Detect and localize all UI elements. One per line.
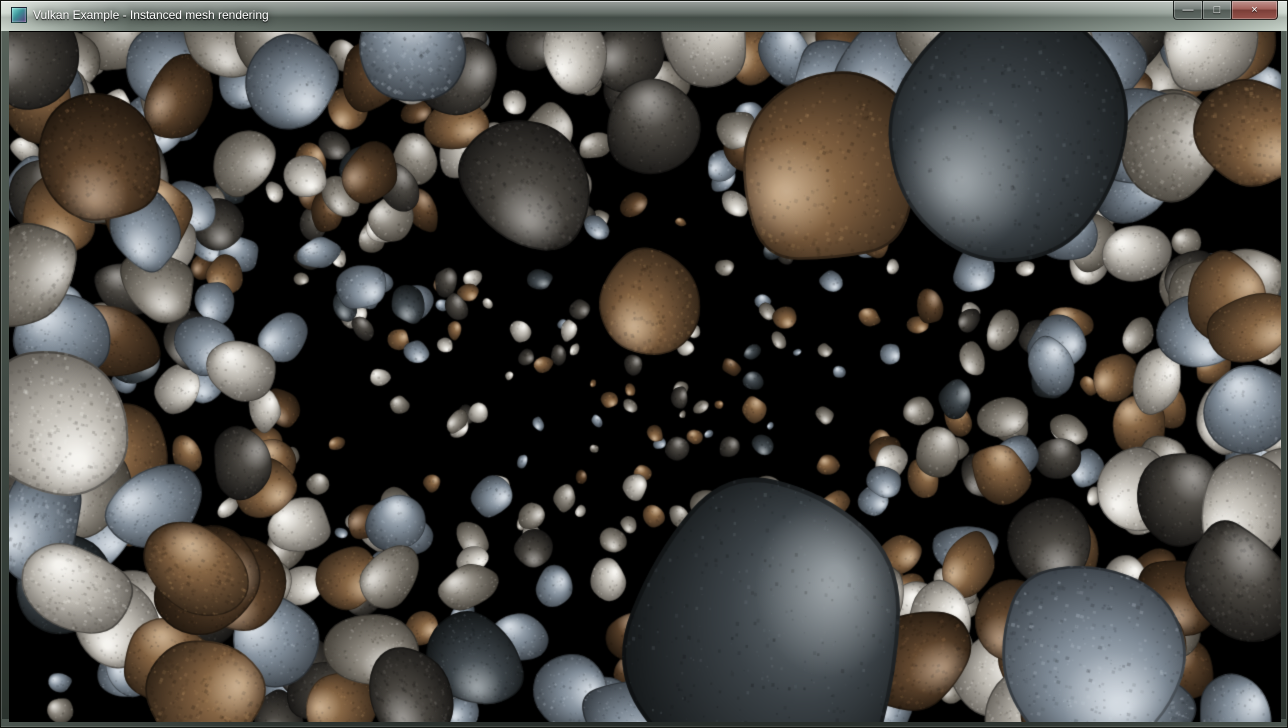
maximize-icon: □ [1214, 5, 1221, 16]
title-group: Vulkan Example - Instanced mesh renderin… [11, 7, 269, 23]
titlebar[interactable]: Vulkan Example - Instanced mesh renderin… [1, 1, 1287, 31]
minimize-icon: — [1183, 5, 1194, 16]
app-icon[interactable] [11, 7, 27, 23]
render-viewport[interactable] [9, 32, 1281, 722]
window-frame-left [1, 31, 9, 727]
close-button[interactable]: × [1231, 1, 1278, 20]
render-viewport-container [9, 31, 1281, 721]
maximize-button[interactable]: □ [1202, 1, 1231, 20]
window-title: Vulkan Example - Instanced mesh renderin… [33, 7, 269, 23]
close-icon: × [1251, 5, 1257, 16]
application-window: Vulkan Example - Instanced mesh renderin… [0, 0, 1288, 728]
window-controls: — □ × [1173, 1, 1278, 20]
minimize-button[interactable]: — [1173, 1, 1202, 20]
